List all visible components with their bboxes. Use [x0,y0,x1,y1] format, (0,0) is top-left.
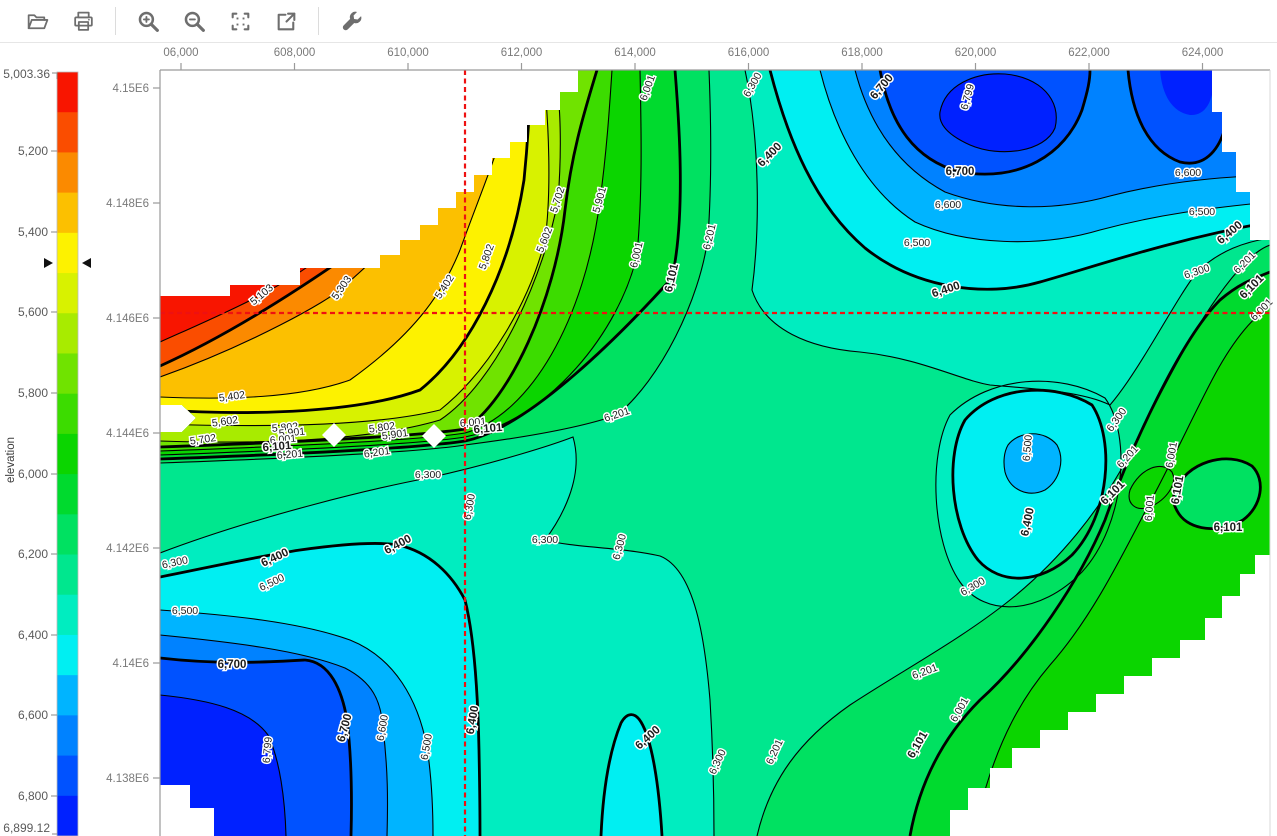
application-window: 5,1035,3035,4025,4025,6025,7025,6025,702… [0,0,1277,836]
colorbar-min-label: 6,899.12 [3,821,50,835]
x-axis-tick-label: 608,000 [274,47,316,59]
colorbar-tick-label: 6,400 [18,628,48,642]
svg-text:6,500: 6,500 [1189,206,1215,218]
x-axis-tick-label: 620,000 [955,47,997,59]
settings-button[interactable] [328,3,374,39]
svg-text:6,500: 6,500 [904,237,930,249]
y-axis-tick-label: 4.138E6 [106,773,149,785]
svg-text:6,101: 6,101 [1214,522,1243,534]
x-axis-tick-label: 616,000 [728,47,770,59]
svg-text:6,600: 6,600 [1175,167,1201,179]
colorbar-tick-label: 6,200 [18,547,48,561]
svg-text:6,799: 6,799 [261,736,275,763]
colorbar[interactable]: 5,003.36 6,899.12 5,200 5,400 5,600 5,800 6,00… [3,67,91,836]
y-axis-tick-label: 4.15E6 [113,83,149,95]
y-axis-tick-label: 4.146E6 [106,313,149,325]
export-view-button[interactable] [263,3,309,39]
toolbar [0,0,1277,43]
contour-map-canvas[interactable]: 5,1035,3035,4025,4025,6025,7025,6025,702… [0,0,1277,836]
zoom-out-icon [182,9,207,34]
toolbar-separator [318,7,319,35]
colorbar-tick-label: 5,400 [18,225,48,239]
svg-text:6,201: 6,201 [276,448,303,462]
x-axis-tick-label: 610,000 [387,47,429,59]
wrench-icon [339,9,364,34]
svg-text:6,500: 6,500 [172,605,198,617]
colorbar-tick-label: 5,800 [18,386,48,400]
colorbar-tick-label: 5,200 [18,144,48,158]
y-axis-tick-label: 4.148E6 [106,198,149,210]
x-axis-tick-label: 612,000 [501,47,543,59]
zoom-out-button[interactable] [171,3,217,39]
colorbar-marker-left-arrow[interactable] [44,258,53,268]
colorbar-tick-label: 6,800 [18,789,48,803]
svg-text:6,101: 6,101 [473,422,503,437]
zoom-in-button[interactable] [125,3,171,39]
zoom-extents-button[interactable] [217,3,263,39]
y-axis-tick-label: 4.142E6 [106,543,149,555]
print-button[interactable] [60,3,106,39]
x-axis-tick-label: 06,000 [163,47,198,59]
x-axis-tick-label: 624,000 [1182,47,1224,59]
x-axis-tick-label: 614,000 [614,47,656,59]
svg-text:6,300: 6,300 [532,534,558,546]
x-axis-tick-label: 618,000 [841,47,883,59]
svg-text:6,001: 6,001 [1143,494,1157,521]
printer-icon [71,9,96,34]
toolbar-separator [115,7,116,35]
colorbar-title: elevation [5,437,17,483]
zoom-extents-icon [228,9,253,34]
y-axis-tick-label: 4.144E6 [106,428,149,440]
svg-text:6,700: 6,700 [946,166,975,178]
colorbar-tick-label: 6,600 [18,708,48,722]
x-axis-tick-label: 622,000 [1068,47,1110,59]
svg-text:6,700: 6,700 [218,659,247,671]
colorbar-max-label: 5,003.36 [3,67,50,81]
svg-text:6,600: 6,600 [935,199,961,211]
svg-text:6,300: 6,300 [415,469,441,481]
colorbar-marker-right-arrow[interactable] [82,258,91,268]
zoom-in-icon [136,9,161,34]
colorbar-tick-label: 5,600 [18,305,48,319]
colorbar-tick-label: 6,000 [18,467,48,481]
open-button[interactable] [14,3,60,39]
svg-text:6,500: 6,500 [1021,434,1035,461]
open-in-new-icon [274,9,299,34]
folder-open-icon [25,9,50,34]
y-axis-tick-label: 4.14E6 [113,658,149,670]
